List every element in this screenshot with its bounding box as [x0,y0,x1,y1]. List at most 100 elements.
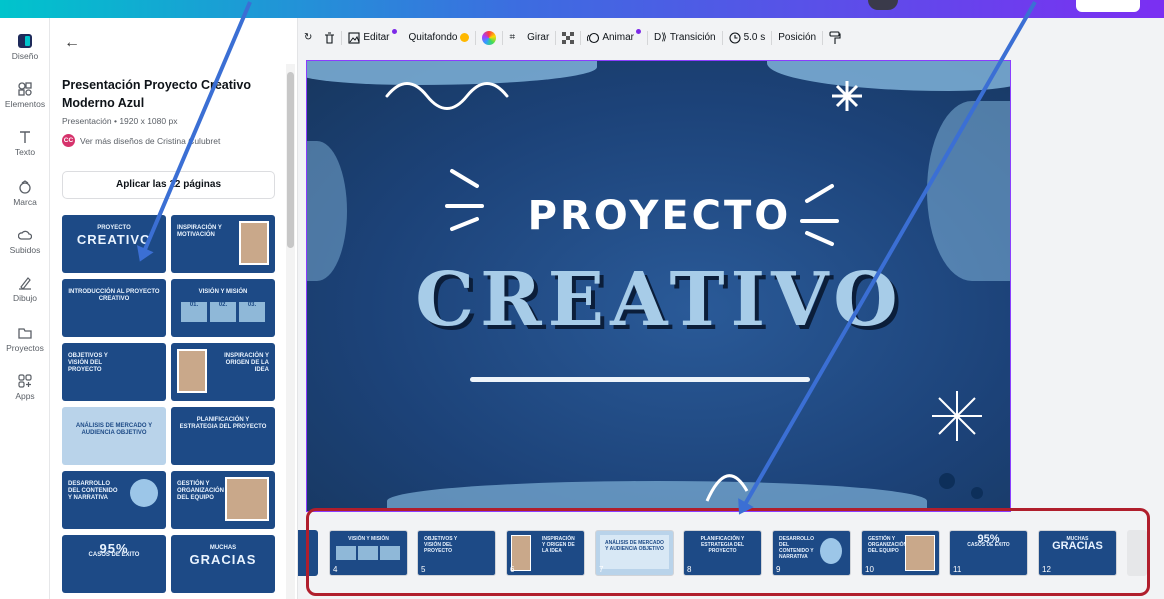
draw-pen-icon [19,277,31,290]
elements-icon [18,82,32,96]
apps-icon [18,374,32,388]
template-text: INSPIRACIÓN Y MOTIVACIÓN [177,225,222,238]
template-page[interactable]: PLANIFICACIÓN Y ESTRATEGIA DEL PROYECTO [171,407,275,465]
rail-label: Texto [14,147,36,157]
template-page[interactable]: GESTIÓN Y ORGANIZACIÓN DEL EQUIPO [171,471,275,529]
template-text: INSPIRACIÓN Y ORIGEN DE LA IDEA [224,353,269,373]
template-circle [130,479,158,507]
toolbar-label: Quitafondo [408,32,458,43]
rail-item-uploads[interactable]: Subidos [0,228,50,255]
new-badge-dot [391,29,397,34]
brand-icon [19,180,31,194]
template-title: Presentación Proyecto Creativo Moderno A… [62,78,251,110]
rail-item-projects[interactable]: Proyectos [0,326,50,353]
toolbar-label: Animar [602,32,635,43]
left-rail: Diseño Elementos Texto Marca Subidos Dib… [0,18,50,599]
copy-style-button[interactable] [823,30,847,45]
rail-item-brand[interactable]: Marca [0,180,50,207]
upload-cloud-icon [18,230,32,240]
scrollbar-thumb[interactable] [287,72,294,248]
rail-label: Elementos [4,99,46,109]
template-text: CASOS DE ÉXITO [88,552,140,558]
rotate-ccw-icon: ↻ [304,32,313,43]
template-box: 03. [239,302,265,322]
author-text: Ver más diseños de Cristina Culubret [80,135,221,146]
author-avatar: CC [62,134,75,147]
canvas-title[interactable]: CREATIVO [307,257,1010,343]
rotate-ccw-button[interactable]: ↻ [298,32,318,43]
template-page[interactable]: DESARROLLO DEL CONTENIDO Y NARRATIVA [62,471,166,529]
template-text: MUCHAS [209,545,237,551]
delete-button[interactable] [318,31,341,44]
transparency-button[interactable] [556,31,580,44]
rail-label: Diseño [11,51,39,61]
rail-label: Marca [13,197,37,207]
new-badge-dot [636,29,642,34]
template-page[interactable]: INTRODUCCIÓN AL PROYECTO CREATIVO [62,279,166,337]
template-photo [177,349,207,393]
rail-item-design[interactable]: Diseño [0,34,50,61]
remove-background-button[interactable]: Quitafondo [403,32,476,43]
crop-button[interactable]: ⌗ [503,32,521,43]
template-page[interactable]: VISIÓN Y MISIÓN 01. 02. 03. [171,279,275,337]
template-big-text: GRACIAS [189,552,257,567]
highlight-box [306,508,1150,596]
paint-roller-icon [829,30,841,44]
toolbar-label: Posición [778,32,817,43]
template-photo [225,477,269,521]
template-page[interactable]: INSPIRACIÓN Y ORIGEN DE LA IDEA [171,343,275,401]
template-page[interactable]: PROYECTO CREATIVO [62,215,166,273]
template-text: DESARROLLO DEL CONTENIDO Y NARRATIVA [68,481,118,501]
context-toolbar: ↻ Editar Quitafondo ⌗ Girar Animar D⟫ Tra… [298,22,944,53]
panel-scrollbar[interactable] [286,64,295,599]
color-button[interactable] [476,30,502,45]
color-wheel-icon [482,30,497,45]
template-text: ANÁLISIS DE MERCADO Y AUDIENCIA OBJETIVO [75,423,153,436]
canvas-underline [470,377,810,382]
rail-item-draw[interactable]: Dibujo [0,276,50,303]
template-text: INTRODUCCIÓN AL PROYECTO CREATIVO [68,289,160,302]
trash-icon [325,31,335,44]
crown-icon [460,33,470,42]
transition-button[interactable]: D⟫ Transición [648,32,722,43]
edit-image-button[interactable]: Editar [342,29,402,44]
share-button[interactable] [1076,0,1140,12]
template-big-text: 95% [99,541,129,556]
crop-icon: ⌗ [509,32,516,43]
template-page[interactable]: OBJETIVOS Y VISIÓN DEL PROYECTO [62,343,166,401]
rail-label: Proyectos [6,343,44,353]
template-text: OBJETIVOS Y VISIÓN DEL PROYECTO [68,353,108,373]
template-page[interactable]: MUCHAS GRACIAS [171,535,275,593]
text-icon [20,131,30,143]
image-edit-icon [348,31,360,44]
back-arrow-icon[interactable]: ← [64,34,80,52]
top-header-bar [0,0,1164,18]
author-link[interactable]: CC Ver más diseños de Cristina Culubret [62,134,220,147]
user-avatar[interactable] [868,0,898,10]
template-text: PLANIFICACIÓN Y ESTRATEGIA DEL PROYECTO [179,417,267,430]
template-page[interactable]: 95% CASOS DE ÉXITO [62,535,166,593]
toolbar-label: Girar [527,32,550,43]
template-box: 02. [210,302,236,322]
rail-item-elements[interactable]: Elementos [0,82,50,109]
rail-label: Subidos [9,245,41,255]
template-box: 01. [181,302,207,322]
duration-button[interactable]: 5.0 s [723,31,772,44]
rail-item-text[interactable]: Texto [0,130,50,157]
template-page[interactable]: INSPIRACIÓN Y MOTIVACIÓN [171,215,275,273]
animate-icon [587,32,600,43]
flip-button[interactable]: Girar [521,32,555,43]
toolbar-label: Transición [669,32,716,43]
canvas-heading[interactable]: PROYECTO [307,193,1010,239]
toolbar-label: 5.0 s [743,32,766,43]
position-button[interactable]: Posición [772,32,822,43]
folder-icon [18,328,32,339]
template-page[interactable]: ANÁLISIS DE MERCADO Y AUDIENCIA OBJETIVO [62,407,166,465]
clock-icon [729,31,741,44]
rail-item-apps[interactable]: Apps [0,374,50,401]
design-canvas[interactable]: PROYECTO CREATIVO [306,60,1011,512]
rail-label: Dibujo [12,293,38,303]
checkerboard-icon [562,31,575,44]
template-text: GESTIÓN Y ORGANIZACIÓN DEL EQUIPO [177,481,224,501]
animate-button[interactable]: Animar [581,29,647,44]
